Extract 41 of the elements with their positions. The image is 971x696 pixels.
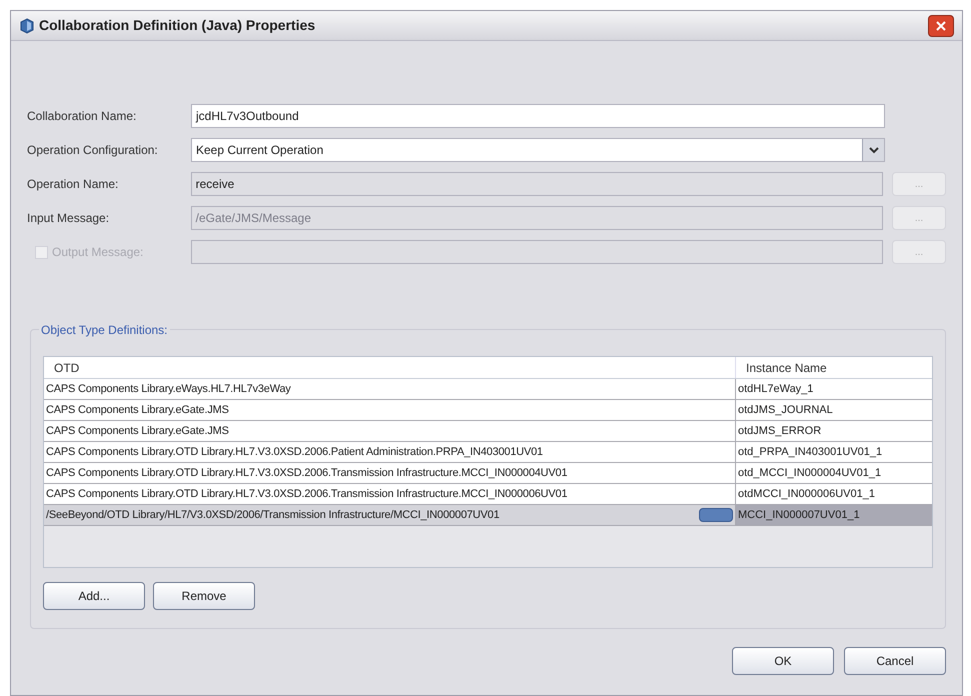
table-cell-text: CAPS Components Library.OTD Library.HL7.V3.0XSD.2006.Transmission Infrastructure.MCCI_IN000006UV01	[46, 486, 568, 502]
input-field[interactable]: jcdHL7v3Outbound	[191, 104, 885, 128]
window-title: Collaboration Definition (Java) Properties	[39, 16, 316, 35]
dialog-button[interactable]: OK	[732, 647, 834, 675]
close-icon	[935, 20, 947, 32]
table-cell-text: otdHL7eWay_1	[738, 382, 814, 397]
field-label: Collaboration Name:	[27, 108, 136, 125]
table-cell-text: /SeeBeyond/OTD Library/HL7/V3.0XSD/2006/Transmission Infrastructure/MCCI_IN000007UV01	[46, 508, 500, 523]
table-cell-text: otdJMS_JOURNAL	[738, 402, 833, 418]
table-row[interactable]: CAPS Components Library.OTD Library.HL7.V3.0XSD.2006.Transmission Infrastructure.MCCI_IN000006UV01 otdMCCI_IN000006UV01_1	[44, 484, 932, 505]
field-label: Input Message:	[27, 210, 110, 227]
dialog-button[interactable]: Cancel	[844, 647, 946, 675]
edit-button[interactable]	[699, 508, 733, 522]
table-cell-text: otd_MCCI_IN000004UV01_1	[738, 466, 882, 481]
table-cell-text: CAPS Components Library.eGate.JMS	[46, 424, 230, 439]
table-row[interactable]: CAPS Components Library.eGate.JMS otdJMS_JOURNAL	[44, 400, 932, 421]
table-row[interactable]: CAPS Components Library.eGate.JMS otdJMS_ERROR	[44, 421, 932, 442]
app-icon	[19, 18, 35, 34]
dialog-button[interactable]: Add...	[43, 582, 145, 610]
operation-dropdown[interactable]: Keep Current Operation	[191, 138, 885, 162]
field-label: Operation Name:	[27, 176, 118, 193]
table-cell-text: CAPS Components Library.eWays.HL7.HL7v3eWay	[46, 382, 292, 397]
table-cell-text: otdJMS_ERROR	[738, 424, 822, 439]
table-row[interactable]: /SeeBeyond/OTD Library/HL7/V3.0XSD/2006/Transmission Infrastructure/MCCI_IN000007UV01 MCCI_IN000007UV01_1	[44, 505, 932, 526]
column-header[interactable]: Instance Name	[736, 357, 932, 378]
input-field[interactable]	[190, 240, 884, 264]
table-row[interactable]: CAPS Components Library.OTD Library.HL7.V3.0XSD.2006.Transmission Infrastructure.MCCI_IN000004UV01 otd_MCCI_IN000004UV01_1	[44, 463, 932, 484]
dialog-button[interactable]: Remove	[153, 582, 255, 610]
close-button[interactable]	[928, 14, 954, 36]
table-cell-text: CAPS Components Library.eGate.JMS	[46, 402, 230, 418]
table-row[interactable]: CAPS Components Library.OTD Library.HL7.V3.0XSD.2006.Patient Administration.PRPA_IN403001UV01 otd_PRPA_IN403001UV01_1	[44, 442, 932, 463]
column-header[interactable]: OTD	[44, 357, 736, 378]
table-cell-text: otdMCCI_IN000006UV01_1	[738, 486, 875, 502]
table-cell-text: otd_PRPA_IN403001UV01_1	[738, 444, 882, 460]
input-field[interactable]: receive	[190, 172, 884, 196]
table-cell-text: CAPS Components Library.OTD Library.HL7.V3.0XSD.2006.Patient Administration.PRPA_IN403001UV01	[46, 444, 544, 460]
field-label: Operation Configuration:	[27, 142, 158, 159]
table-cell-text: MCCI_IN000007UV01_1	[738, 508, 860, 523]
chevron-down-icon	[868, 146, 878, 154]
table-row[interactable]: CAPS Components Library.eWays.HL7.HL7v3eWay otdHL7eWay_1	[44, 379, 932, 400]
table-cell-text: CAPS Components Library.OTD Library.HL7.V3.0XSD.2006.Transmission Infrastructure.MCCI_IN000004UV01	[46, 466, 568, 481]
